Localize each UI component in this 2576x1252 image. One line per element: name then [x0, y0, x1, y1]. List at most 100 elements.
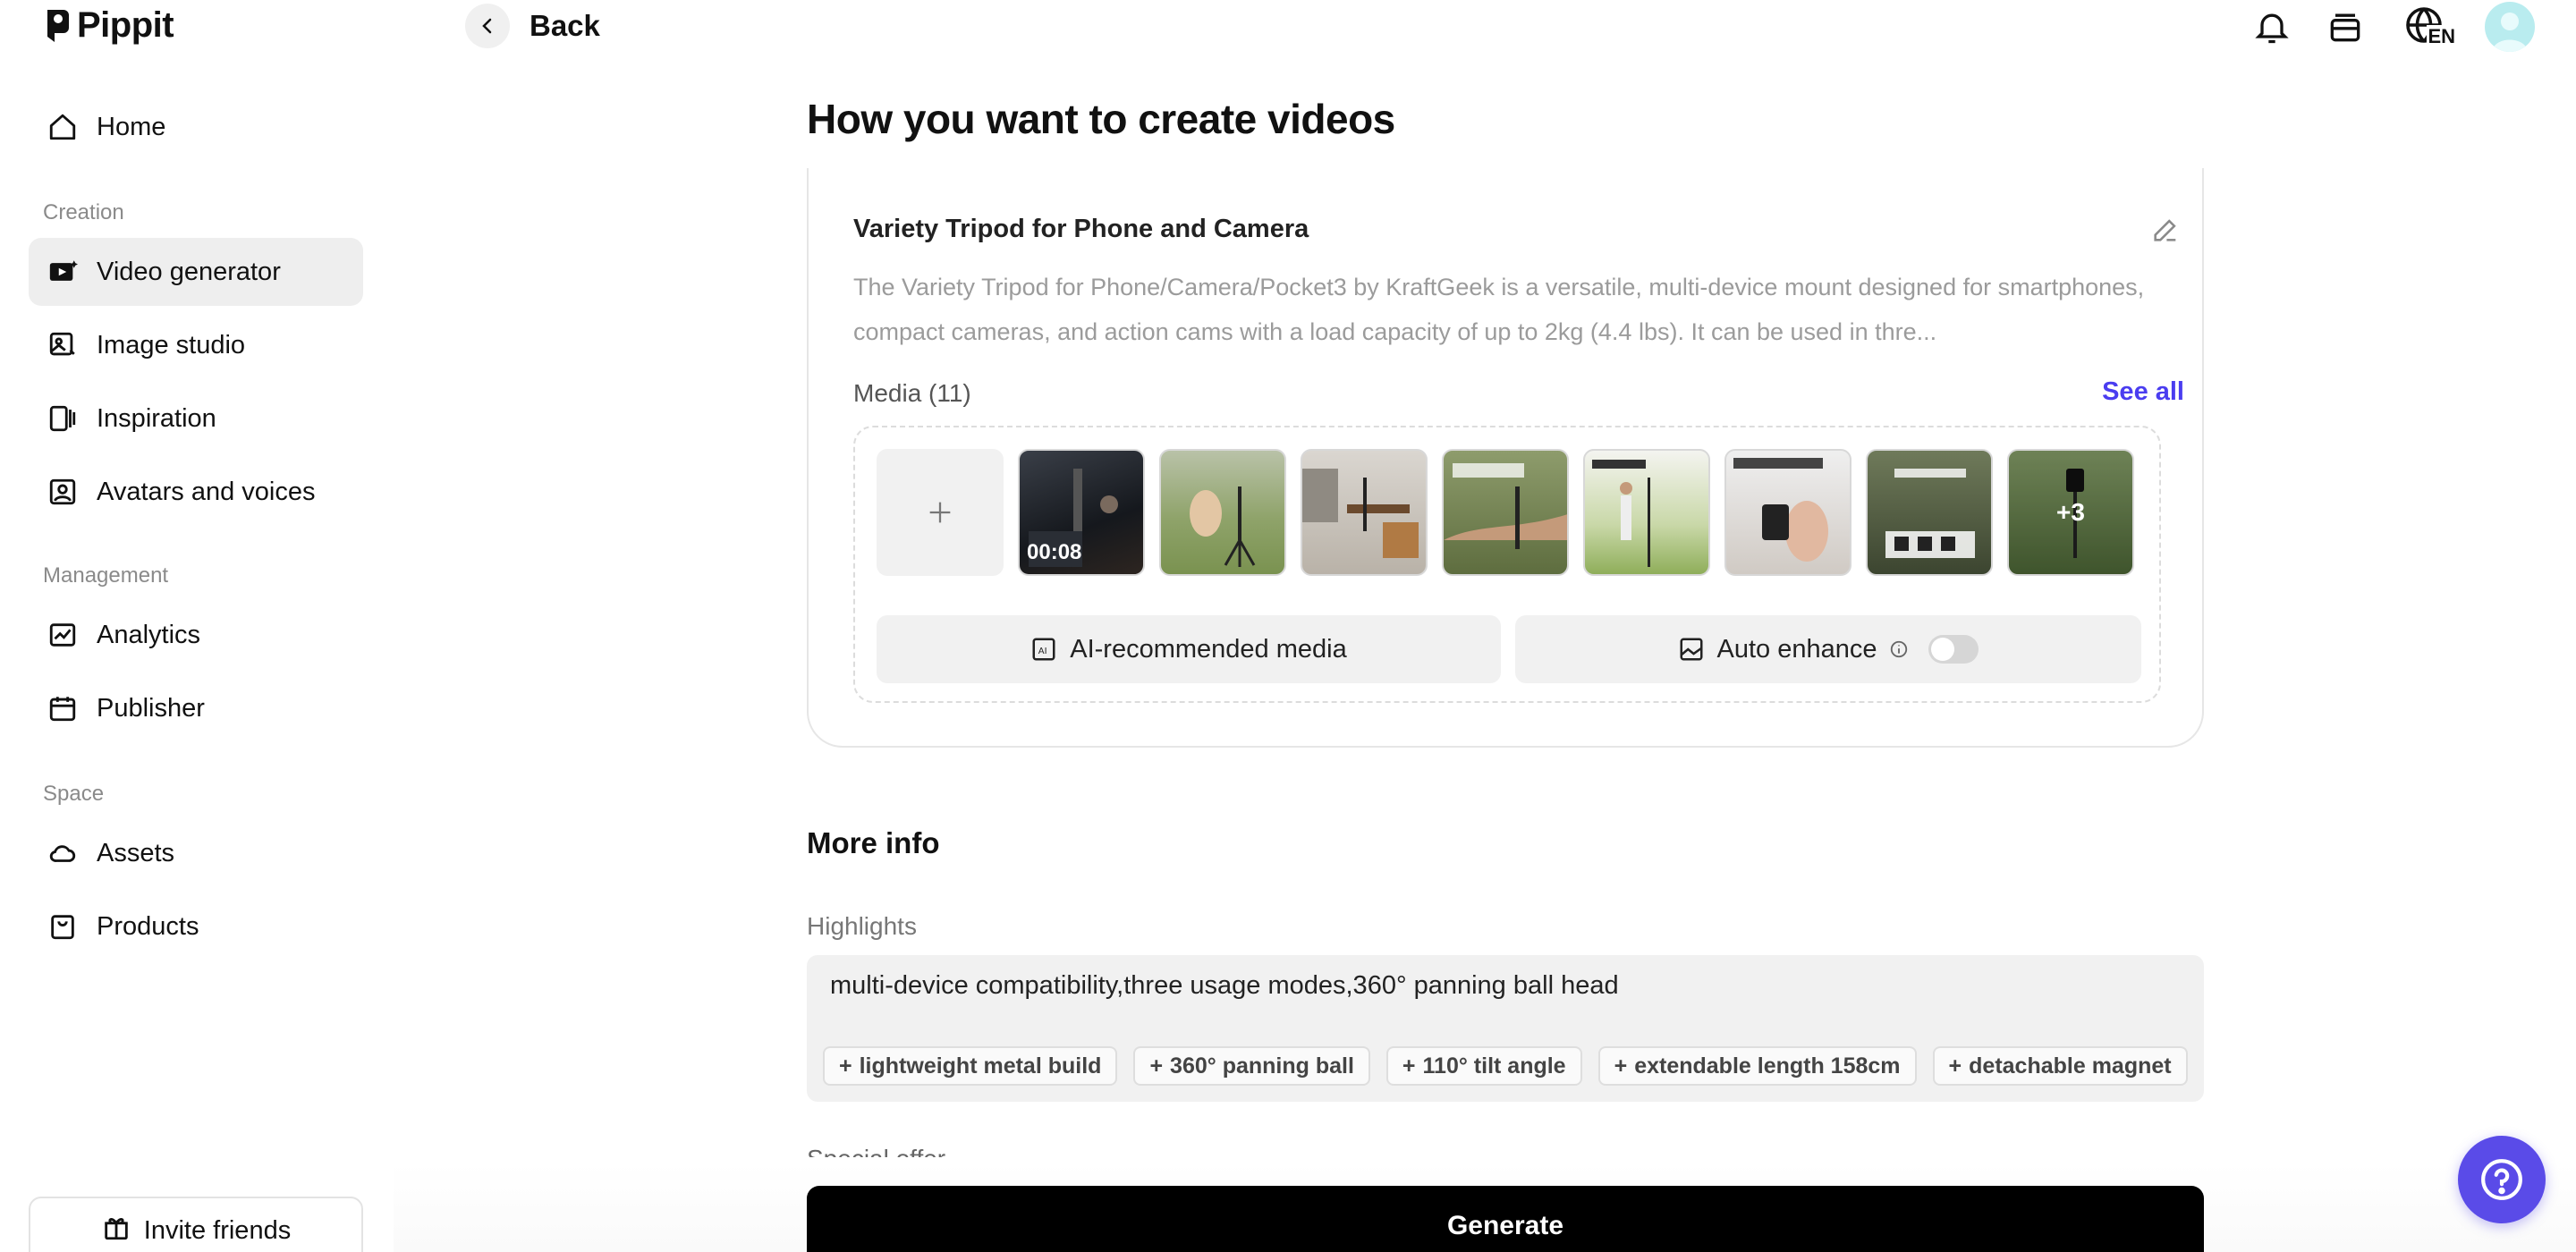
media-thumbnail[interactable] — [1159, 449, 1286, 576]
sidebar-item-inspiration[interactable]: Inspiration — [29, 385, 363, 453]
sidebar-item-label: Analytics — [97, 620, 201, 649]
top-toolbar: EN — [2250, 0, 2535, 54]
image-edit-icon — [45, 327, 80, 363]
chevron-left-icon — [482, 18, 492, 34]
plus-icon: + — [839, 1053, 852, 1079]
sidebar-item-home[interactable]: Home — [29, 93, 363, 161]
sidebar-item-label: Inspiration — [97, 403, 216, 433]
plus-icon: + — [1614, 1053, 1628, 1079]
sidebar-item-label: Image studio — [97, 330, 246, 360]
sidebar-item-products[interactable]: Products — [29, 892, 363, 960]
sidebar-item-video-generator[interactable]: Video generator — [29, 238, 363, 306]
media-box: 00:08 +3 AI AI-recommended media Auto en… — [853, 426, 2161, 703]
app-name: Pippit — [77, 5, 174, 45]
suggestion-chip[interactable]: +110° tilt angle — [1385, 1046, 1582, 1086]
calendar-icon — [45, 690, 80, 726]
sidebar-item-label: Assets — [97, 838, 175, 867]
inspiration-icon — [45, 401, 80, 436]
bag-icon — [45, 909, 80, 944]
subscription-icon[interactable] — [2324, 5, 2367, 48]
pippit-logo-icon — [47, 9, 69, 42]
media-thumbnail[interactable]: +3 — [2007, 449, 2134, 576]
help-button[interactable] — [2458, 1136, 2546, 1223]
image-enhance-icon — [1680, 638, 1702, 661]
media-thumbnail[interactable] — [1724, 449, 1852, 576]
sidebar-item-label: Products — [97, 911, 199, 941]
info-icon[interactable] — [1889, 639, 1909, 659]
generate-button[interactable]: Generate — [807, 1186, 2204, 1252]
product-name: Variety Tripod for Phone and Camera — [853, 215, 1309, 243]
edit-pencil-icon[interactable] — [2150, 215, 2181, 245]
chip-label: lightweight metal build — [859, 1053, 1102, 1079]
plus-icon: + — [1402, 1053, 1416, 1079]
special-offer-label: Special offer — [807, 1145, 945, 1157]
media-thumbnail[interactable] — [1866, 449, 1993, 576]
chart-icon — [45, 617, 80, 653]
media-thumbnail[interactable] — [1442, 449, 1569, 576]
sidebar: Pippit Home Creation Video generator Ima… — [0, 0, 394, 1252]
media-count-label: Media (11) — [853, 379, 971, 407]
highlights-value: multi-device compatibility,three usage m… — [830, 971, 1619, 1000]
sidebar-item-label: Home — [97, 112, 166, 141]
highlights-label: Highlights — [807, 912, 917, 940]
sidebar-item-publisher[interactable]: Publisher — [29, 674, 363, 742]
language-globe-icon[interactable]: EN — [2397, 5, 2456, 48]
product-description: The Variety Tripod for Phone/Camera/Pock… — [853, 274, 2145, 345]
media-thumbnails: 00:08 +3 — [877, 449, 2134, 576]
sidebar-item-assets[interactable]: Assets — [29, 819, 363, 887]
ai-image-icon: AI — [1032, 638, 1055, 661]
chip-label: detachable magnet — [1969, 1053, 2172, 1079]
plus-icon — [929, 502, 951, 523]
sidebar-item-label: Avatars and voices — [97, 477, 316, 506]
media-thumbnail[interactable] — [1301, 449, 1428, 576]
sidebar-item-analytics[interactable]: Analytics — [29, 601, 363, 669]
user-avatar[interactable] — [2485, 2, 2535, 52]
see-all-link[interactable]: See all — [2102, 377, 2184, 407]
section-management: Management — [43, 563, 169, 588]
gift-icon — [101, 1212, 131, 1249]
suggestion-chip[interactable]: + extendable length 158cm — [1597, 1046, 1917, 1086]
plus-icon: + — [1149, 1053, 1164, 1079]
sidebar-item-label: Video generator — [97, 257, 281, 286]
section-space: Space — [43, 782, 105, 806]
media-thumbnail[interactable]: 00:08 — [1018, 449, 1145, 576]
bell-icon[interactable] — [2250, 5, 2293, 48]
auto-enhance-toggle[interactable] — [1928, 635, 1979, 664]
video-play-icon — [45, 254, 80, 290]
add-media-button[interactable] — [877, 449, 1004, 576]
back-label[interactable]: Back — [530, 9, 600, 43]
auto-enhance-label: Auto enhance — [1716, 634, 1877, 664]
plus-icon: + — [1948, 1053, 1962, 1079]
cloud-icon — [45, 835, 80, 871]
pippit-logo[interactable]: Pippit — [45, 5, 174, 46]
ai-recommended-label: AI-recommended media — [1070, 634, 1347, 664]
page-title: How you want to create videos — [807, 96, 1395, 142]
sidebar-item-image-studio[interactable]: Image studio — [29, 311, 363, 379]
invite-friends-label: Invite friends — [143, 1215, 292, 1245]
svg-text:AI: AI — [1038, 647, 1047, 656]
back-button[interactable] — [465, 4, 510, 48]
more-media-count: +3 — [2009, 451, 2132, 574]
product-card: Variety Tripod for Phone and Camera The … — [807, 168, 2204, 748]
auto-enhance-button[interactable]: Auto enhance — [1515, 615, 2141, 683]
chip-label: 110° tilt angle — [1422, 1053, 1566, 1079]
avatar-icon — [45, 474, 80, 510]
invite-friends-button[interactable]: Invite friends — [29, 1197, 363, 1252]
suggestion-chip[interactable]: +360° panning ball — [1133, 1046, 1370, 1086]
help-question-icon — [2481, 1159, 2522, 1200]
suggestion-chip[interactable]: + lightweight metal build — [823, 1046, 1118, 1086]
media-thumbnail[interactable] — [1583, 449, 1710, 576]
video-duration: 00:08 — [1027, 540, 1082, 564]
section-creation: Creation — [43, 200, 124, 224]
sidebar-item-avatars-voices[interactable]: Avatars and voices — [29, 458, 363, 526]
sidebar-item-label: Publisher — [97, 693, 205, 723]
highlights-input[interactable]: multi-device compatibility,three usage m… — [807, 955, 2204, 1102]
more-info-heading: More info — [807, 826, 940, 859]
suggestion-chip[interactable]: + detachable magnet — [1932, 1046, 2188, 1086]
chip-label: extendable length 158cm — [1634, 1053, 1901, 1079]
ai-recommended-media-button[interactable]: AI AI-recommended media — [877, 615, 1501, 683]
language-code: EN — [2427, 25, 2456, 48]
home-icon — [45, 109, 80, 145]
chip-label: 360° panning ball — [1170, 1053, 1354, 1079]
highlight-suggestions: + lightweight metal build +360° panning b… — [823, 1046, 2188, 1086]
